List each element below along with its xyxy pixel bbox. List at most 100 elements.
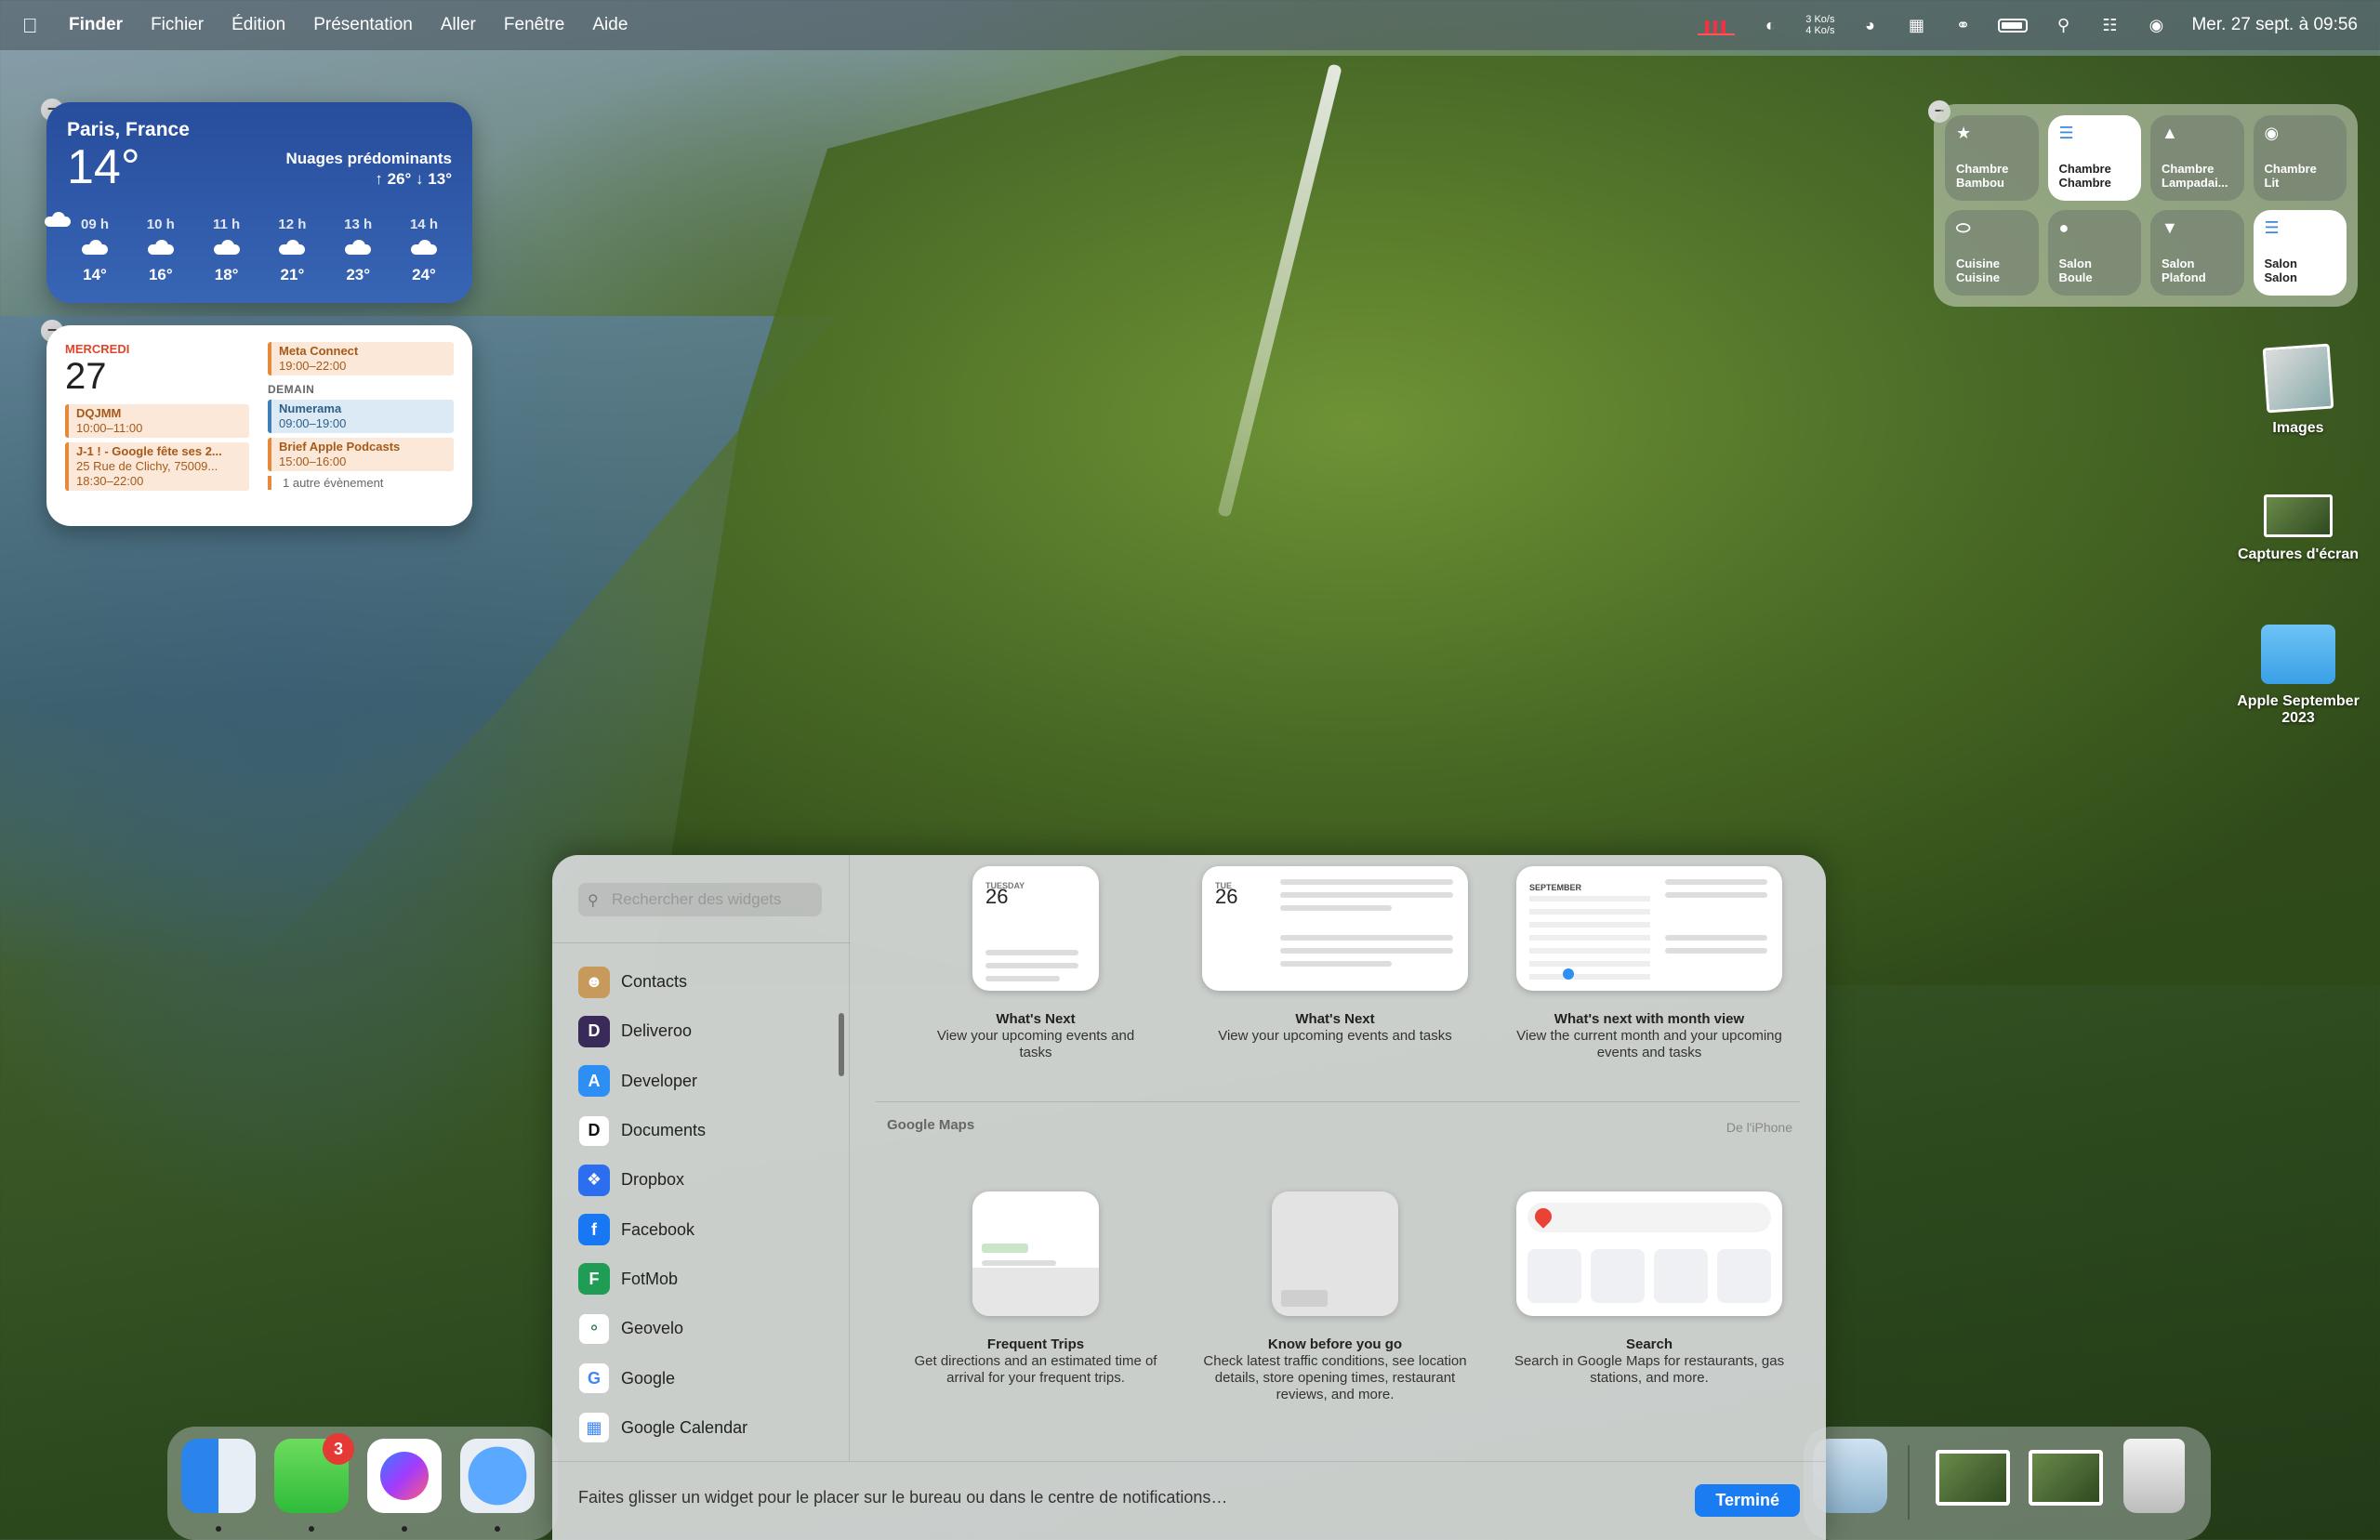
link-icon[interactable]: ⚭ bbox=[1951, 16, 1974, 34]
preview-month-grid bbox=[1529, 896, 1650, 980]
widget-option-know-before-you-go[interactable]: Know before you go Check latest traffic … bbox=[1196, 1191, 1474, 1403]
app-list-item-deliveroo[interactable]: D Deliveroo bbox=[578, 1007, 829, 1056]
widget-option-desc: Check latest traffic conditions, see loc… bbox=[1203, 1353, 1467, 1402]
preview-bar bbox=[1280, 948, 1453, 954]
menu-aide[interactable]: Aide bbox=[592, 15, 628, 35]
desktop-item-images[interactable]: Images bbox=[2228, 343, 2368, 437]
calendar-event[interactable]: Meta Connect 19:00–22:00 bbox=[268, 342, 454, 375]
home-tile-salon-boule[interactable]: ● Salon Boule bbox=[2047, 210, 2141, 296]
calendar-event[interactable]: DQJMM 10:00–11:00 bbox=[65, 404, 249, 438]
control-center-icon[interactable]: ☷ bbox=[2098, 16, 2121, 34]
app-list-item-developer[interactable]: A Developer bbox=[578, 1057, 829, 1106]
home-tile-cuisine[interactable]: ⬭ Cuisine Cuisine bbox=[1945, 210, 2039, 296]
app-list-item-dropbox[interactable]: ❖ Dropbox bbox=[578, 1155, 829, 1204]
menu-app-name[interactable]: Finder bbox=[69, 15, 123, 35]
calendar-event[interactable]: Brief Apple Podcasts 15:00–16:00 bbox=[268, 438, 454, 471]
widget-option-whats-next-medium[interactable]: TUE 26 What's Next View your upcoming ev… bbox=[1186, 866, 1484, 1045]
home-tile-chambre-chambre[interactable]: ☰ Chambre Chambre bbox=[2047, 115, 2141, 201]
trash-icon[interactable] bbox=[2123, 1439, 2185, 1513]
home-tile-salon-salon[interactable]: ☰ Salon Salon bbox=[2253, 210, 2347, 296]
app-list-item-facebook[interactable]: f Facebook bbox=[578, 1204, 829, 1254]
desktop-item-folder[interactable]: Apple September 2023 bbox=[2228, 625, 2368, 727]
preview-bar bbox=[985, 976, 1060, 981]
app-list-item-google-calendar[interactable]: ▦ Google Calendar bbox=[578, 1403, 829, 1453]
tile-device: Boule bbox=[2058, 270, 2093, 284]
weather-widget[interactable]: Paris, France 14° Nuages prédominants ↑ … bbox=[45, 102, 472, 303]
menu-presentation[interactable]: Présentation bbox=[313, 15, 413, 35]
calendar-menu-icon[interactable]: ▦ bbox=[1905, 16, 1927, 34]
calendar-widget[interactable]: MERCREDI 27 DQJMM 10:00–11:00 J-1 ! - Go… bbox=[46, 325, 472, 526]
search-icon: ⚲ bbox=[588, 893, 599, 909]
preview-bar bbox=[1280, 935, 1453, 941]
calendar-date: 27 bbox=[65, 356, 107, 397]
messenger-icon[interactable] bbox=[367, 1439, 442, 1513]
messages-icon[interactable]: 3 bbox=[274, 1433, 354, 1513]
hour-temp: 23° bbox=[346, 266, 371, 283]
app-list-label: Google bbox=[621, 1368, 676, 1388]
geovelo-icon: ⚬ bbox=[578, 1312, 610, 1345]
finder-icon[interactable] bbox=[181, 1439, 256, 1513]
event-time: 19:00–22:00 bbox=[279, 359, 347, 373]
spotlight-search-icon[interactable]: ⚲ bbox=[2052, 16, 2074, 34]
widget-option-frequent-trips[interactable]: Frequent Trips Get directions and an est… bbox=[896, 1191, 1175, 1387]
sidebar-scrollbar[interactable] bbox=[839, 1013, 844, 1076]
widget-preview: SEPTEMBER bbox=[1516, 866, 1782, 991]
app-list-item-documents[interactable]: D Documents bbox=[578, 1106, 829, 1155]
light-panel-icon: ☰ bbox=[2058, 124, 2074, 142]
app-list-item-fotmob[interactable]: F FotMob bbox=[578, 1255, 829, 1304]
network-speed[interactable]: 3 Ko/s 4 Ko/s bbox=[1805, 14, 1834, 36]
home-tile-chambre-lit[interactable]: ◉ Chambre Lit bbox=[2253, 115, 2347, 201]
desktop-item-screenshots[interactable]: Captures d'écran bbox=[2228, 494, 2368, 563]
safari-icon[interactable] bbox=[460, 1439, 535, 1513]
menu-bar:  Finder Fichier Édition Présentation Al… bbox=[0, 0, 2380, 50]
menu-edition[interactable]: Édition bbox=[231, 15, 285, 35]
dock-screenshot-stack-icon[interactable] bbox=[1936, 1450, 2010, 1506]
hour-label: 11 h bbox=[213, 217, 241, 232]
screenshot-thumbnail-icon bbox=[2264, 494, 2333, 537]
widget-option-title: Know before you go bbox=[1267, 1336, 1403, 1352]
menu-aller[interactable]: Aller bbox=[441, 15, 476, 35]
done-button[interactable]: Terminé bbox=[1695, 1484, 1800, 1517]
preview-label bbox=[1281, 1290, 1328, 1307]
home-tile-chambre-bambou[interactable]: ★ Chambre Bambou bbox=[1945, 115, 2039, 201]
calendar-event[interactable]: J-1 ! - Google fête ses 2... 25 Rue de C… bbox=[65, 442, 249, 491]
activity-graph-icon[interactable] bbox=[1698, 15, 1736, 35]
app-list-item-geovelo[interactable]: ⚬ Geovelo bbox=[578, 1304, 829, 1353]
weather-hour: 13 h 23° bbox=[330, 217, 386, 284]
preview-date: 26 bbox=[1215, 885, 1238, 908]
home-tile-salon-plafond[interactable]: ▼ Salon Plafond bbox=[2150, 210, 2244, 296]
menu-fichier[interactable]: Fichier bbox=[151, 15, 204, 35]
section-title-google-maps: Google Maps bbox=[887, 1117, 975, 1133]
weather-hour: 09 h 14° bbox=[67, 217, 123, 284]
app-list-item-google[interactable]: G Google bbox=[578, 1353, 829, 1402]
tile-device: Cuisine bbox=[1956, 270, 2000, 284]
preview-shortcut bbox=[1527, 1249, 1581, 1303]
weather-condition: Nuages prédominants bbox=[285, 150, 452, 167]
hour-temp: 16° bbox=[148, 266, 173, 283]
app-list-label: Contacts bbox=[621, 972, 688, 992]
tile-room: Salon bbox=[2264, 257, 2297, 270]
dock-downloads-stack-icon[interactable] bbox=[2029, 1450, 2103, 1506]
widget-option-whats-next-small[interactable]: TUESDAY 26 What's Next View your upcomin… bbox=[933, 866, 1138, 1061]
tile-room: Chambre bbox=[2162, 162, 2215, 176]
event-detail: 25 Rue de Clichy, 75009... bbox=[76, 459, 218, 473]
stats-icon[interactable]: ◕ bbox=[1858, 16, 1881, 34]
widget-option-whats-next-month[interactable]: SEPTEMBER What's next with month view Vi… bbox=[1501, 866, 1798, 1061]
preview-shortcut bbox=[1717, 1249, 1771, 1303]
app-list-label: Google Calendar bbox=[621, 1417, 748, 1437]
widget-search-input[interactable] bbox=[578, 883, 822, 916]
messages-badge: 3 bbox=[323, 1433, 354, 1465]
cpu-ring-icon[interactable]: ◐ bbox=[1759, 16, 1781, 34]
developer-icon: A bbox=[578, 1065, 610, 1098]
battery-icon[interactable] bbox=[1998, 18, 2029, 33]
widget-option-maps-search[interactable]: Search Search in Google Maps for restaur… bbox=[1501, 1191, 1798, 1387]
calendar-weekday: MERCREDI bbox=[65, 342, 130, 356]
menu-fenetre[interactable]: Fenêtre bbox=[504, 15, 564, 35]
preview-bar bbox=[982, 1260, 1056, 1266]
home-tile-chambre-lampadaire[interactable]: ▲ Chambre Lampadai... bbox=[2150, 115, 2244, 201]
calendar-event[interactable]: Numerama 09:00–19:00 bbox=[268, 400, 454, 433]
apple-menu-icon[interactable]:  bbox=[22, 14, 43, 37]
siri-icon[interactable]: ◉ bbox=[2145, 16, 2167, 34]
app-list-item-contacts[interactable]: ☻ Contacts bbox=[578, 957, 829, 1007]
menu-clock[interactable]: Mer. 27 sept. à 09:56 bbox=[2191, 15, 2358, 35]
